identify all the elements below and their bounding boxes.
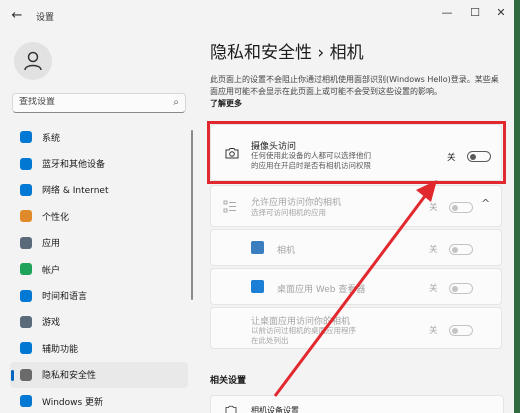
- window-title: 设置: [36, 13, 55, 23]
- sidebar-item-label: 网络 & Internet: [42, 186, 109, 197]
- title-bar: ← 设置 — ☐ ✕: [0, 0, 514, 32]
- sidebar-item[interactable]: 辅助功能: [10, 335, 188, 361]
- camera-icon: [225, 405, 237, 413]
- page-description: 此页面上的设置不会阻止你通过相机使用面部识别(Windows Hello)登录。…: [210, 75, 499, 96]
- sidebar-item[interactable]: 系统: [10, 124, 188, 150]
- sidebar-item[interactable]: 帐户: [10, 256, 188, 282]
- related-camera-device-row[interactable]: 相机设备设置: [210, 395, 504, 413]
- sidebar-item-label: 蓝牙和其他设备: [42, 160, 106, 171]
- sidebar-nav: 系统蓝牙和其他设备 网络 & Internet 个性化应用帐户时间和语言游戏辅助功能…: [10, 124, 188, 413]
- desktop-access-state: 关: [429, 326, 438, 336]
- app-state: 关: [429, 284, 438, 294]
- page-title: 隐私和安全性 › 相机: [210, 43, 364, 63]
- app-access-subtitle: 选择可访问相机的应用: [251, 208, 326, 217]
- sidebar-item[interactable]: 游戏: [10, 309, 188, 335]
- sidebar-item[interactable]: 隐私和安全性: [10, 361, 188, 388]
- chevron-up-icon[interactable]: ^: [481, 197, 490, 210]
- sidebar-item-label: 帐户: [42, 265, 61, 276]
- close-button[interactable]: ✕: [491, 6, 511, 19]
- apps-icon: [20, 236, 32, 249]
- sidebar-item-label: 系统: [42, 133, 61, 144]
- desktop-access-card[interactable]: 让桌面应用访问你的相机 以前访问过相机的桌面应用程序 在此处列出 关: [210, 307, 502, 349]
- sidebar-item[interactable]: 网络 & Internet: [10, 177, 188, 203]
- list-icon: [223, 200, 236, 213]
- desktop-background: [514, 0, 520, 413]
- app-access-state: 关: [429, 203, 438, 213]
- wifi-icon: [20, 183, 32, 196]
- sidebar-item[interactable]: 应用: [10, 230, 188, 256]
- related-row-label: 相机设备设置: [251, 406, 299, 413]
- back-button[interactable]: ←: [8, 7, 26, 25]
- maximize-button[interactable]: ☐: [465, 6, 485, 19]
- update-icon: [20, 395, 32, 408]
- desktop-access-subtitle-2: 在此处列出: [251, 336, 289, 345]
- sidebar-item-label: Windows 更新: [42, 397, 104, 408]
- monitor-icon: [20, 131, 32, 144]
- search-icon[interactable]: ⌕: [173, 97, 179, 108]
- app-toggle-camera[interactable]: [449, 244, 473, 255]
- avatar[interactable]: [14, 42, 52, 80]
- game-icon: [20, 315, 32, 328]
- app-row-camera[interactable]: 相机 关: [210, 229, 502, 266]
- sidebar-item-label: 个性化: [42, 212, 70, 223]
- shield-icon: [20, 368, 32, 381]
- camera-app-icon: [251, 241, 264, 254]
- app-access-toggle[interactable]: [449, 202, 473, 213]
- app-row-webview[interactable]: 桌面应用 Web 查看器 关: [210, 268, 502, 305]
- user-icon: [24, 51, 42, 71]
- sidebar-item-label: 游戏: [42, 318, 61, 329]
- app-access-title: 允许应用访问你的相机: [251, 198, 342, 208]
- app-access-card[interactable]: 允许应用访问你的相机 选择可访问相机的应用 关 ^: [210, 185, 502, 227]
- sidebar-item-label: 应用: [42, 239, 61, 250]
- brush-icon: [20, 210, 32, 223]
- sidebar-item-label: 时间和语言: [42, 292, 88, 303]
- learn-more-link[interactable]: 了解更多: [210, 98, 242, 109]
- settings-window: ← 设置 — ☐ ✕ ⌕ 系统蓝牙和其他设备网络 & Internet 个性化应用…: [0, 0, 515, 413]
- highlight-box: [207, 121, 506, 184]
- sidebar-item[interactable]: 时间和语言: [10, 282, 188, 308]
- account-icon: [20, 263, 32, 276]
- desktop-access-toggle[interactable]: [449, 325, 473, 336]
- bluetooth-icon: [20, 157, 32, 170]
- sidebar-item[interactable]: 个性化: [10, 203, 188, 229]
- sidebar-item[interactable]: Windows 更新: [10, 388, 188, 413]
- sidebar-scrollbar[interactable]: [191, 130, 193, 300]
- minimize-button[interactable]: —: [437, 6, 457, 19]
- related-settings-heading: 相关设置: [210, 376, 247, 386]
- clock-globe-icon: [20, 289, 32, 302]
- sidebar-item[interactable]: 蓝牙和其他设备: [10, 150, 188, 176]
- search-box[interactable]: ⌕: [12, 93, 186, 113]
- app-name: 相机: [277, 246, 296, 256]
- app-name: 桌面应用 Web 查看器: [277, 285, 366, 295]
- app-toggle-webview[interactable]: [449, 283, 473, 294]
- sidebar-item-label: 辅助功能: [42, 344, 79, 355]
- search-input[interactable]: [19, 97, 169, 107]
- desktop-access-subtitle-1: 以前访问过相机的桌面应用程序: [251, 326, 356, 335]
- accessibility-icon: [20, 342, 32, 355]
- sidebar-item-label: 隐私和安全性: [42, 371, 97, 382]
- webview-app-icon: [251, 280, 264, 293]
- app-state: 关: [429, 245, 438, 255]
